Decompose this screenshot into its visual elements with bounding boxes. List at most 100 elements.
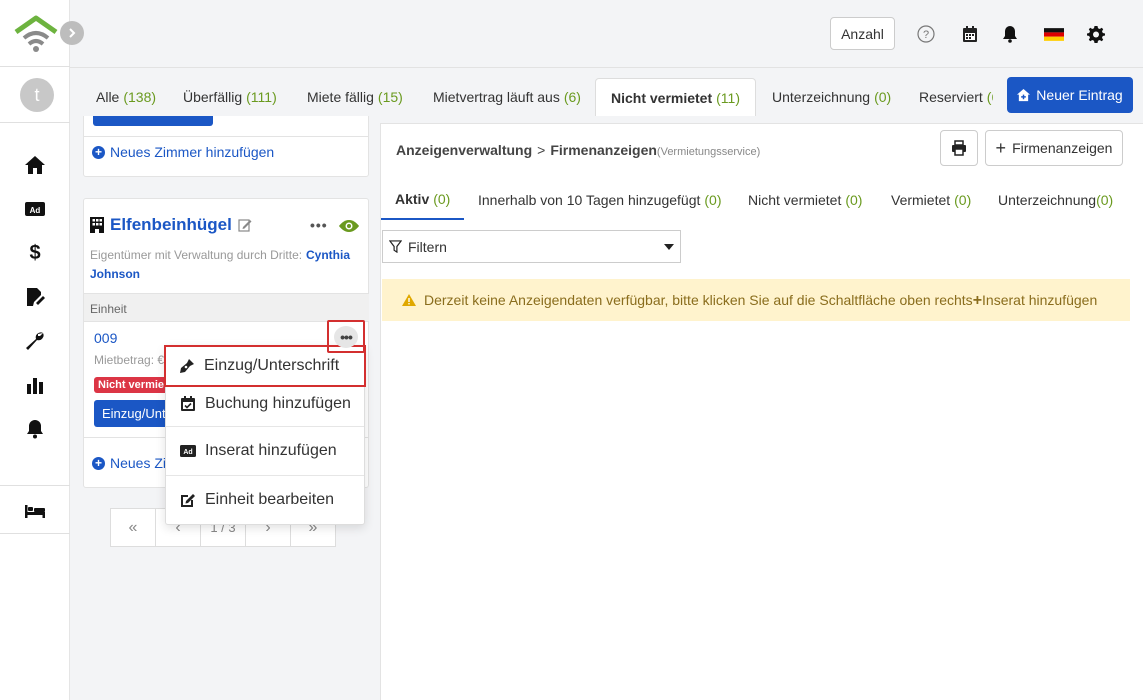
tab-count: (0) (433, 191, 451, 207)
calendar-icon[interactable] (960, 24, 980, 44)
tab-unterzeichnung[interactable]: Unterzeichnung (0) (772, 78, 891, 116)
logo-icon[interactable] (14, 14, 58, 54)
tab-label: Innerhalb von 10 Tagen hinzugefügt (478, 192, 701, 208)
tab-label: Vermietet (891, 192, 951, 208)
notification-bell-icon[interactable] (1000, 24, 1020, 44)
eye-icon[interactable] (339, 219, 359, 236)
tab-unterzeichnung[interactable]: Unterzeichnung (0) (998, 180, 1113, 220)
add-room-link[interactable]: + Neues Zimmer hinzufügen (92, 144, 274, 160)
menu-item-edit-unit[interactable]: Einheit bearbeiten (166, 476, 364, 524)
tab-label: Überfällig (183, 89, 243, 105)
dollar-icon[interactable]: $ (22, 240, 48, 266)
bed-icon[interactable] (22, 498, 48, 524)
calendar-check-icon (181, 396, 195, 411)
tab-count: (6 (986, 89, 993, 105)
svg-text:Ad: Ad (183, 449, 192, 456)
filter-dropdown[interactable]: Filtern (382, 230, 681, 263)
tab-added-10-days[interactable]: Innerhalb von 10 Tagen hinzugefügt (0) (478, 180, 722, 220)
more-options-icon[interactable]: ••• (310, 217, 328, 233)
tab-count: (11) (716, 89, 740, 106)
listing-tabs: Aktiv (0) Innerhalb von 10 Tagen hinzugef… (381, 180, 1143, 220)
wrench-icon[interactable] (22, 328, 48, 354)
tab-label: Miete fällig (307, 89, 374, 105)
company-listings-button[interactable]: + Firmenanzeigen (985, 130, 1123, 166)
property-title[interactable]: Elfenbeinhügel (110, 215, 232, 235)
caret-down-icon (664, 244, 674, 250)
tab-nicht-vermietet[interactable]: Nicht vermietet (0) (748, 180, 862, 220)
menu-item-add-booking[interactable]: Buchung hinzufügen (166, 386, 364, 422)
breadcrumb: Anzeigenverwaltung > Firmenanzeigen(Vermie… (396, 142, 760, 158)
company-listings-label: Firmenanzeigen (1012, 140, 1113, 156)
ad-icon: Ad (180, 445, 196, 457)
first-page-button[interactable]: « (110, 508, 156, 547)
status-tabs: Alle (138) Überfällig (111) Miete fällig (1… (70, 68, 1143, 116)
alert-add-listing-link[interactable]: Inserat hinzufügen (982, 292, 1097, 308)
alert-text: Derzeit keine Anzeigendaten verfügbar, b… (424, 292, 973, 308)
anzahl-button[interactable]: Anzahl (830, 17, 895, 50)
tab-label: Alle (96, 89, 120, 105)
room-card: + Neues Zimmer hinzufügen (83, 116, 369, 177)
tab-count: (15) (377, 89, 403, 105)
filter-label: Filtern (408, 238, 447, 255)
divider (0, 122, 70, 123)
plus-circle-icon: + (92, 145, 105, 159)
tab-label: Reserviert (919, 89, 983, 105)
new-entry-label: Neuer Eintrag (1036, 87, 1123, 103)
move-in-button[interactable]: Einzug/Unterschrift (94, 400, 166, 427)
tab-vermietet[interactable]: Vermietet (0) (891, 180, 971, 220)
home-icon[interactable] (22, 152, 48, 178)
menu-item-add-listing[interactable]: Ad Inserat hinzufügen (166, 427, 364, 475)
tab-miete-faellig[interactable]: Miete fällig (15) (307, 78, 403, 116)
svg-text:?: ? (923, 29, 929, 41)
edit-icon[interactable] (238, 218, 252, 232)
divider (0, 533, 70, 534)
tab-label: Unterzeichnung (772, 89, 871, 105)
filter-icon (389, 240, 402, 253)
expand-sidebar-button[interactable] (60, 21, 84, 45)
menu-item-label: Buchung hinzufügen (205, 395, 351, 412)
tab-mietvertrag-laeuft-aus[interactable]: Mietvertrag läuft aus (6) (433, 78, 581, 116)
plus-icon: + (972, 292, 983, 309)
owner-label: Eigentümer mit Verwaltung durch Dritte: (90, 248, 303, 262)
divider (0, 66, 70, 67)
tab-ueberfaellig[interactable]: Überfällig (111) (183, 78, 277, 116)
tab-nicht-vermietet[interactable]: Nicht vermietet (11) (595, 78, 756, 116)
building-icon (90, 217, 104, 233)
german-flag-icon[interactable] (1043, 24, 1065, 44)
no-data-alert: Derzeit keine Anzeigendaten verfügbar, b… (382, 279, 1130, 321)
tab-reserviert[interactable]: Reserviert(6 (919, 78, 993, 116)
move-in-label: Einzug/Unterschrift (94, 400, 166, 427)
divider (0, 485, 70, 486)
ad-icon[interactable]: Ad (22, 196, 48, 222)
contract-sign-icon[interactable] (22, 284, 48, 310)
tab-label: Aktiv (395, 191, 430, 207)
menu-item-label: Einzug/Unterschrift (204, 357, 340, 374)
unit-more-button[interactable]: ••• (327, 320, 365, 353)
breadcrumb-separator: > (537, 142, 546, 158)
tab-count: (0) (1096, 192, 1114, 208)
tab-aktiv[interactable]: Aktiv (0) (381, 180, 465, 220)
new-entry-button[interactable]: Neuer Eintrag (1007, 77, 1133, 113)
unit-number[interactable]: 009 (94, 330, 117, 346)
unit-action-button[interactable] (93, 116, 213, 126)
breadcrumb-item[interactable]: Anzeigenverwaltung (396, 142, 532, 158)
gear-icon[interactable] (1086, 24, 1106, 44)
help-icon[interactable]: ? (916, 24, 936, 44)
avatar[interactable]: t (20, 78, 54, 112)
chevron-right-icon (69, 28, 76, 38)
tab-count: (0) (954, 192, 972, 208)
menu-item-label: Inserat hinzufügen (205, 442, 337, 459)
svg-text:Ad: Ad (30, 206, 41, 215)
tab-label: Mietvertrag läuft aus (433, 89, 560, 105)
tab-label: Nicht vermietet (610, 89, 713, 106)
tab-count: (6) (563, 89, 581, 105)
status-badge-text: Nicht vermiet (94, 377, 166, 393)
left-sidebar: t Ad $ (0, 0, 70, 700)
breadcrumb-current: Firmenanzeigen (550, 142, 657, 158)
bar-chart-icon[interactable] (22, 372, 48, 398)
print-button[interactable] (940, 130, 978, 166)
tab-alle[interactable]: Alle (138) (96, 78, 156, 116)
more-options-icon: ••• (334, 325, 358, 348)
divider (84, 136, 369, 137)
bell-icon[interactable] (22, 416, 48, 442)
